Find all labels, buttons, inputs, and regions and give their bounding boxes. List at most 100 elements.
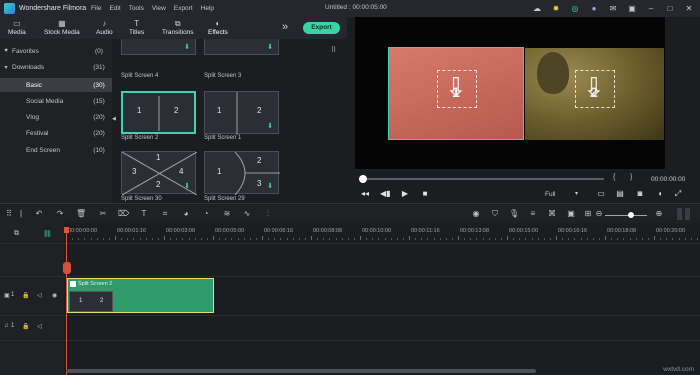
shield-icon[interactable]: ⛉	[490, 208, 500, 219]
display-icon[interactable]: ▭	[596, 189, 606, 198]
playhead-handle[interactable]	[64, 227, 69, 233]
menu-file[interactable]: File	[91, 5, 101, 12]
audio-wave-icon[interactable]: ∿	[242, 208, 252, 219]
lock-icon[interactable]: 🔒	[22, 323, 29, 330]
cloud-icon[interactable]: ☁	[532, 3, 542, 14]
tag-icon[interactable]: ⌦	[118, 208, 129, 219]
redo-icon[interactable]: ↷	[55, 208, 65, 219]
download-icon[interactable]: ⬇	[184, 182, 190, 190]
stop-icon[interactable]: ■	[420, 189, 430, 198]
color-icon[interactable]: ◕	[181, 208, 191, 219]
undo-icon[interactable]: ↶	[34, 208, 44, 219]
link-icon[interactable]: ⛓	[43, 230, 52, 238]
thumb-split-screen-30[interactable]: 1 3 4 2 ⬇	[121, 151, 197, 195]
thumb-split-screen-2[interactable]: 1 2	[121, 91, 196, 134]
seek-track[interactable]	[364, 178, 604, 180]
sidebar-item-downloads[interactable]: ▾ Downloads (31)	[0, 60, 112, 74]
zoom-in-icon[interactable]: ⊕	[654, 208, 664, 219]
sidebar-item-basic[interactable]: Basic (30)	[0, 78, 112, 92]
download-icon[interactable]: ⬇	[267, 122, 273, 130]
skip-back-icon[interactable]: ◂◂	[360, 189, 370, 198]
step-back-icon[interactable]: ◀▮	[380, 189, 391, 198]
close-icon[interactable]: ✕	[684, 3, 694, 14]
tab-transitions[interactable]: ⧉ Transitions	[162, 19, 194, 36]
tab-titles[interactable]: T Titles	[129, 19, 144, 36]
save-icon[interactable]: ▣	[627, 3, 637, 14]
motion-track-icon[interactable]: ⌘	[547, 208, 557, 219]
snapshot-icon[interactable]: ◙	[635, 189, 645, 198]
sidebar-item-end-screen[interactable]: End Screen (10)	[0, 143, 112, 157]
playhead-marker[interactable]	[63, 262, 71, 274]
menu-export[interactable]: Export	[174, 5, 193, 12]
lock-icon[interactable]: 🔒	[22, 292, 29, 299]
thumb-split-screen-29[interactable]: 2 1 3 ⬇	[204, 151, 280, 195]
seek-handle[interactable]	[359, 175, 367, 183]
timeline-scrollbar[interactable]	[66, 369, 536, 373]
panel-divider[interactable]	[0, 203, 700, 204]
sidebar-item-festival[interactable]: Festival (20)	[0, 126, 112, 140]
more-tabs-icon[interactable]: »	[282, 21, 288, 33]
layout-icon[interactable]: ⠿	[4, 208, 14, 219]
thumb-split-screen-3[interactable]: 2 ⬇	[204, 39, 279, 55]
menu-edit[interactable]: Edit	[109, 5, 120, 12]
mute-icon[interactable]: ◁	[37, 323, 42, 330]
microphone-icon[interactable]: 🎙	[509, 208, 519, 219]
marker-icon[interactable]: ⊞	[583, 208, 593, 219]
panel-toggle-1[interactable]	[677, 208, 682, 220]
fullscreen-icon[interactable]: ⤢	[673, 189, 683, 199]
cut-icon[interactable]: ✂	[98, 208, 108, 219]
ruler-minor-tick	[151, 238, 153, 240]
tab-effects[interactable]: ◐ Effects	[208, 19, 228, 36]
thumb-split-screen-4[interactable]: ⬇	[121, 39, 196, 55]
menu-view[interactable]: View	[152, 5, 166, 12]
tab-media[interactable]: ▭ Media	[8, 19, 26, 36]
profile-icon[interactable]: ●	[589, 3, 599, 14]
download-icon[interactable]: ⬇	[267, 182, 273, 190]
subtitle-icon[interactable]: ▣	[566, 208, 576, 219]
split-audio-icon[interactable]: ⫶	[263, 208, 273, 219]
eye-icon[interactable]: ◉	[52, 292, 57, 299]
render-icon[interactable]: ▤	[615, 189, 625, 198]
volume-icon[interactable]: ◖	[655, 189, 665, 198]
add-track-icon[interactable]: ⧉	[14, 230, 19, 238]
bulb-icon[interactable]: ✹	[551, 3, 561, 14]
panel-toggle-2[interactable]	[685, 208, 690, 220]
preview-left-panel[interactable]: ⇩ 1	[388, 47, 524, 140]
play-icon[interactable]: ▶	[400, 189, 410, 198]
menu-tools[interactable]: Tools	[129, 5, 144, 12]
delete-icon[interactable]: 🗑	[76, 208, 86, 219]
mute-icon[interactable]: ◁	[37, 292, 42, 299]
crop-icon[interactable]: ⌗	[160, 208, 170, 219]
preview-right-panel[interactable]: ⇩ 2	[525, 48, 664, 140]
download-icon[interactable]: ⬇	[267, 43, 273, 51]
render-preview-icon[interactable]: ◉	[471, 208, 481, 219]
menu-help[interactable]: Help	[201, 5, 214, 12]
mark-in-icon[interactable]: {	[613, 174, 615, 181]
tab-audio[interactable]: ♪ Audio	[96, 19, 113, 36]
text-edit-icon[interactable]: T	[139, 208, 149, 219]
mark-out-icon[interactable]: }	[630, 174, 632, 181]
mail-icon[interactable]: ✉	[608, 3, 618, 14]
mixer-icon[interactable]: ≡	[528, 208, 538, 219]
thumb-split-screen-1[interactable]: 1 2 ⬇	[204, 91, 279, 135]
speed-icon[interactable]: ◔	[201, 208, 211, 219]
sidebar-item-vlog[interactable]: Vlog (20)	[0, 110, 112, 124]
zoom-slider-handle[interactable]	[628, 212, 634, 218]
export-button[interactable]: Export	[303, 22, 340, 34]
quality-select[interactable]: Full	[545, 191, 555, 198]
grid-view-icon[interactable]: ⠿	[331, 46, 336, 54]
minimize-icon[interactable]: –	[646, 3, 656, 14]
tab-stock-media[interactable]: ▦ Stock Media	[44, 19, 80, 36]
download-icon[interactable]: ⬇	[184, 43, 190, 51]
playhead-line[interactable]	[66, 227, 67, 375]
timeline-ruler[interactable]: 00:00:00:00 00:00:01:16 00:00:03:08 00:00:0…	[66, 227, 700, 241]
chevron-down-icon[interactable]: ▾	[575, 190, 578, 197]
maximize-icon[interactable]: □	[665, 3, 675, 14]
zoom-out-icon[interactable]: ⊖	[594, 208, 604, 219]
collapse-sidebar-icon[interactable]: ◀	[112, 116, 116, 122]
adjust-icon[interactable]: ≋	[222, 208, 232, 219]
headset-icon[interactable]: ◎	[570, 3, 580, 14]
zoom-slider-track[interactable]	[605, 215, 647, 216]
sidebar-item-social-media[interactable]: Social Media (15)	[0, 94, 112, 108]
sidebar-item-favorites[interactable]: ♥ Favorites (0)	[0, 44, 112, 58]
